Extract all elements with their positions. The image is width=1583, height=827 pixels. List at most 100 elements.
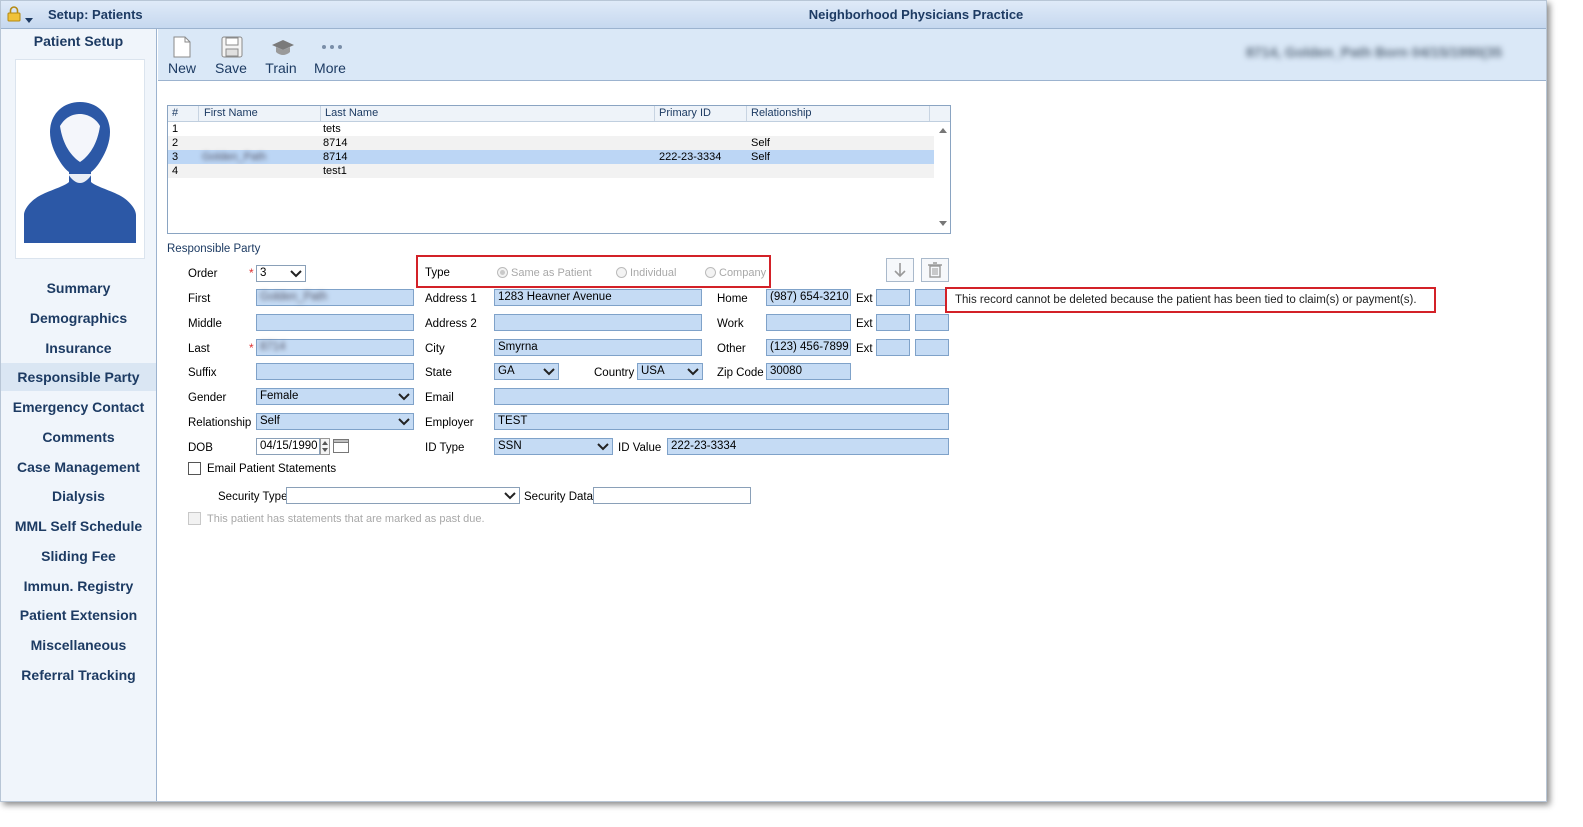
country-select[interactable]: USA bbox=[637, 363, 703, 380]
other-label: Other bbox=[717, 343, 746, 355]
sidebar-item-insurance[interactable]: Insurance bbox=[1, 334, 156, 362]
last-label: Last bbox=[188, 343, 210, 355]
order-select[interactable]: 3 bbox=[256, 265, 306, 282]
col-header-first-name[interactable]: First Name bbox=[204, 107, 258, 119]
security-type-select[interactable] bbox=[286, 487, 520, 504]
last-name-field[interactable]: 8714 bbox=[256, 339, 414, 356]
id-value-value: 222-23-3334 bbox=[671, 440, 737, 452]
sidebar-item-sliding-fee[interactable]: Sliding Fee bbox=[1, 542, 156, 570]
country-label: Country bbox=[594, 367, 635, 379]
middle-name-field[interactable] bbox=[256, 314, 414, 331]
sidebar-item-case-management[interactable]: Case Management bbox=[1, 453, 156, 481]
delete-disabled-tooltip: This record cannot be deleted because th… bbox=[945, 287, 1436, 313]
chevron-down-icon bbox=[597, 443, 609, 451]
state-select[interactable]: GA bbox=[494, 363, 559, 380]
address1-label: Address 1 bbox=[425, 293, 477, 305]
email-statements-checkbox[interactable] bbox=[188, 462, 201, 475]
id-type-label: ID Type bbox=[425, 442, 465, 454]
sidebar-item-dialysis[interactable]: Dialysis bbox=[1, 482, 156, 510]
sidebar-item-demographics[interactable]: Demographics bbox=[1, 304, 156, 332]
suffix-field[interactable] bbox=[256, 363, 414, 380]
past-due-label: This patient has statements that are mar… bbox=[207, 513, 485, 525]
sidebar-item-responsible-party[interactable]: Responsible Party bbox=[1, 363, 156, 392]
id-value-label: ID Value bbox=[618, 442, 662, 454]
work-extra-field[interactable] bbox=[915, 314, 949, 331]
title-bar: Setup: Patients Neighborhood Physicians … bbox=[1, 1, 1546, 29]
delete-button[interactable] bbox=[921, 258, 949, 282]
sidebar-item-miscellaneous[interactable]: Miscellaneous bbox=[1, 631, 156, 659]
col-header-last-name[interactable]: Last Name bbox=[325, 107, 378, 119]
zip-code-field[interactable]: 30080 bbox=[766, 363, 851, 380]
train-label: Train bbox=[265, 60, 297, 76]
scroll-up-icon[interactable] bbox=[936, 126, 950, 136]
calendar-icon[interactable] bbox=[333, 439, 349, 456]
sidebar-item-immun-registry[interactable]: Immun. Registry bbox=[1, 572, 156, 600]
table-row[interactable]: 2 8714 Self bbox=[168, 136, 934, 150]
sidebar-item-emergency-contact[interactable]: Emergency Contact bbox=[1, 393, 156, 421]
work-label: Work bbox=[717, 318, 744, 330]
other-ext-field[interactable] bbox=[876, 339, 910, 356]
sidebar-item-patient-extension[interactable]: Patient Extension bbox=[1, 601, 156, 629]
first-name-field[interactable]: Golden_Path bbox=[256, 289, 414, 306]
cell-num: 4 bbox=[172, 165, 179, 177]
move-down-button[interactable] bbox=[886, 258, 914, 282]
work-phone-field[interactable] bbox=[766, 314, 851, 331]
table-row-selected[interactable]: 3 Golden_Path 8714 222-23-3334 Self bbox=[168, 150, 934, 164]
country-select-value: USA bbox=[641, 365, 665, 377]
col-header-relationship[interactable]: Relationship bbox=[751, 107, 812, 119]
required-marker: * bbox=[249, 266, 254, 280]
other-extra-field[interactable] bbox=[915, 339, 949, 356]
patient-photo[interactable] bbox=[15, 59, 145, 259]
chevron-down-icon bbox=[398, 393, 410, 401]
grid-scrollbar[interactable] bbox=[936, 122, 950, 232]
sidebar-item-summary[interactable]: Summary bbox=[1, 274, 156, 302]
avatar-icon bbox=[24, 102, 136, 243]
email-field[interactable] bbox=[494, 388, 949, 405]
home-phone-field[interactable]: (987) 654-3210 bbox=[766, 289, 851, 306]
table-row[interactable]: 4 test1 bbox=[168, 164, 934, 178]
required-marker: * bbox=[249, 341, 254, 355]
relationship-select[interactable]: Self bbox=[256, 413, 414, 430]
other-phone-field[interactable]: (123) 456-7899 bbox=[766, 339, 851, 356]
middle-label: Middle bbox=[188, 318, 222, 330]
table-row[interactable]: 1 tets bbox=[168, 122, 934, 136]
dob-field[interactable]: 04/15/1990 bbox=[256, 438, 320, 455]
tooltip-text: This record cannot be deleted because th… bbox=[955, 294, 1417, 306]
sidebar-item-comments[interactable]: Comments bbox=[1, 423, 156, 451]
save-button[interactable]: Save bbox=[209, 33, 253, 77]
cell-primary-id: 222-23-3334 bbox=[659, 151, 722, 163]
home-extra-field[interactable] bbox=[915, 289, 949, 306]
type-radio-same-as-patient[interactable] bbox=[497, 267, 508, 278]
sidebar-item-referral-tracking[interactable]: Referral Tracking bbox=[1, 661, 156, 689]
scroll-down-icon[interactable] bbox=[936, 218, 950, 228]
type-radio-company[interactable] bbox=[705, 267, 716, 278]
home-label: Home bbox=[717, 293, 748, 305]
city-field[interactable]: Smyrna bbox=[494, 339, 702, 356]
security-type-label: Security Type bbox=[218, 491, 288, 503]
new-document-icon bbox=[173, 36, 191, 58]
address1-field[interactable]: 1283 Heavner Avenue bbox=[494, 289, 702, 306]
col-header-num[interactable]: # bbox=[172, 107, 178, 119]
more-button[interactable]: More bbox=[308, 33, 352, 77]
security-data-field[interactable] bbox=[593, 487, 751, 504]
address2-field[interactable] bbox=[494, 314, 702, 331]
id-value-field[interactable]: 222-23-3334 bbox=[667, 438, 949, 455]
chevron-down-icon bbox=[543, 368, 555, 376]
past-due-checkbox[interactable] bbox=[188, 512, 201, 525]
cell-num: 1 bbox=[172, 123, 179, 135]
type-radio-individual[interactable] bbox=[616, 267, 627, 278]
gender-select[interactable]: Female bbox=[256, 388, 414, 405]
new-label: New bbox=[167, 60, 196, 76]
type-option-label: Company bbox=[719, 267, 767, 279]
home-ext-field[interactable] bbox=[876, 289, 910, 306]
work-ext-field[interactable] bbox=[876, 314, 910, 331]
col-header-primary-id[interactable]: Primary ID bbox=[659, 107, 711, 119]
toolbar: New Save Train More 8714, Golden_Path Bo… bbox=[158, 29, 1546, 81]
train-button[interactable]: Train bbox=[259, 33, 303, 77]
employer-field[interactable]: TEST bbox=[494, 413, 949, 430]
sidebar-item-mml-self-schedule[interactable]: MML Self Schedule bbox=[1, 512, 156, 540]
trash-icon bbox=[928, 262, 942, 278]
dob-spinner-icon[interactable] bbox=[320, 438, 330, 458]
id-type-select[interactable]: SSN bbox=[494, 438, 613, 455]
new-button[interactable]: New bbox=[160, 33, 204, 77]
